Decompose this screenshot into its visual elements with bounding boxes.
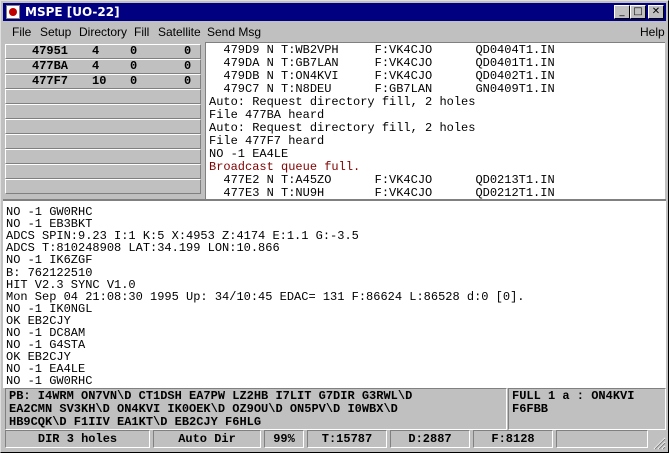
directory-line: Auto: Request directory fill, 2 holes <box>209 95 476 109</box>
file-count-b: 0 <box>130 59 138 73</box>
file-count-c: 0 <box>184 74 192 88</box>
full-status-line: FULL 1 a : ON4KVI <box>512 389 635 403</box>
directory-line: NO -1 EA4LE <box>209 147 289 161</box>
pb-queue-line: PB: I4WRM ON7VN\D CT1DSH EA7PW LZ2HB I7L… <box>9 389 413 403</box>
file-count-b: 0 <box>130 44 138 58</box>
file-id: 477BA <box>32 59 69 73</box>
file-count-a: 10 <box>92 74 107 88</box>
file-list-row-empty[interactable] <box>5 179 201 194</box>
status-percent: 99% <box>264 430 304 448</box>
file-list-row-empty[interactable] <box>5 89 201 104</box>
file-id: 47951 <box>32 44 69 58</box>
status-bar: DIR 3 holes Auto Dir 99% T:15787 D:2887 … <box>3 430 666 450</box>
pb-queue-area: PB: I4WRM ON7VN\D CT1DSH EA7PW LZ2HB I7L… <box>5 388 507 430</box>
status-empty-field <box>556 430 648 448</box>
menu-satellite[interactable]: Satellite <box>158 25 201 40</box>
pb-queue-line: HB9CQK\D F1IIV EA1KT\D EB2CJY F6HLG <box>9 415 262 429</box>
log-pane[interactable]: NO -1 GW0RHC NO -1 EB3BKT ADCS SPIN:9.23 I… <box>3 199 666 388</box>
main-window: MSPE [UO-22] _ □ ✕ File Setup Directory … <box>0 0 669 453</box>
directory-line: 479DA N T:GB7LAN F:VK4CJO QD0401T1.IN <box>209 56 555 70</box>
directory-line: 477E3 N T:NU9H F:VK4CJO QD0212T1.IN <box>209 186 555 200</box>
directory-line: File 477BA heard <box>209 108 325 122</box>
file-list-pane: 47951 4 0 0 477BA 4 0 0 477F7 10 0 0 <box>5 42 203 203</box>
log-line: NO -1 GW0RHC <box>6 374 93 388</box>
resize-grip-icon[interactable] <box>652 436 666 450</box>
close-icon: ✕ <box>651 6 661 17</box>
file-list-row[interactable]: 47951 4 0 0 <box>5 44 201 59</box>
window-title: MSPE [UO-22] <box>25 5 120 19</box>
file-list-row-empty[interactable] <box>5 119 201 134</box>
file-count-c: 0 <box>184 59 192 73</box>
title-bar[interactable]: MSPE [UO-22] _ □ ✕ <box>3 3 666 21</box>
directory-line: 479C7 N T:N8DEU F:GB7LAN GN0409T1.IN <box>209 82 555 96</box>
file-count-b: 0 <box>130 74 138 88</box>
directory-line: File 477F7 heard <box>209 134 325 148</box>
directory-pane[interactable]: 479D9 N T:WB2VPH F:VK4CJO QD0404T1.IN 47… <box>205 42 665 200</box>
status-d-counter: D:2887 <box>390 430 470 448</box>
status-dir-holes: DIR 3 holes <box>5 430 150 448</box>
file-id: 477F7 <box>32 74 69 88</box>
file-list-row-empty[interactable] <box>5 104 201 119</box>
menu-help[interactable]: Help <box>640 25 665 40</box>
log-line: NO -1 IK6ZGF <box>6 253 93 268</box>
full-status-area: FULL 1 a : ON4KVI F6FBB <box>508 388 666 430</box>
pb-queue-line: EA2CMN SV3KH\D ON4KVI IK0OEK\D OZ9OU\D O… <box>9 402 398 416</box>
directory-line: 477E2 N T:A45ZO F:VK4CJO QD0213T1.IN <box>209 173 555 187</box>
menu-directory[interactable]: Directory <box>79 25 127 40</box>
status-f-counter: F:8128 <box>473 430 553 448</box>
close-button[interactable]: ✕ <box>648 5 664 19</box>
file-list-row-empty[interactable] <box>5 134 201 149</box>
minimize-icon: _ <box>619 6 625 17</box>
menu-bar: File Setup Directory Fill Satellite Send… <box>3 23 666 42</box>
menu-file[interactable]: File <box>12 25 31 40</box>
menu-send-msg[interactable]: Send Msg <box>207 25 261 40</box>
menu-fill[interactable]: Fill <box>134 25 149 40</box>
maximize-button[interactable]: □ <box>630 5 646 19</box>
file-list-row-empty[interactable] <box>5 149 201 164</box>
full-status-line: F6FBB <box>512 402 549 416</box>
file-count-c: 0 <box>184 44 192 58</box>
directory-line: Broadcast queue full. <box>209 160 361 174</box>
file-count-a: 4 <box>92 44 100 58</box>
log-line: B: 762122510 <box>6 265 93 280</box>
directory-line: 479D9 N T:WB2VPH F:VK4CJO QD0404T1.IN <box>209 43 555 57</box>
maximize-icon: □ <box>633 6 643 17</box>
app-icon[interactable] <box>6 5 20 19</box>
directory-line: Auto: Request directory fill, 2 holes <box>209 121 476 135</box>
file-list-row-empty[interactable] <box>5 164 201 179</box>
log-line: Mon Sep 04 21:08:30 1995 Up: 34/10:45 ED… <box>6 289 525 304</box>
file-list-row[interactable]: 477F7 10 0 0 <box>5 74 201 89</box>
log-line: HIT V2.3 SYNC V1.0 <box>6 277 136 292</box>
menu-setup[interactable]: Setup <box>40 25 71 40</box>
file-list-row[interactable]: 477BA 4 0 0 <box>5 59 201 74</box>
log-line: NO -1 IK0NGL <box>6 301 93 316</box>
file-count-a: 4 <box>92 59 100 73</box>
directory-line: 479DB N T:ON4KVI F:VK4CJO QD0402T1.IN <box>209 69 555 83</box>
status-t-counter: T:15787 <box>307 430 387 448</box>
minimize-button[interactable]: _ <box>614 5 630 19</box>
status-mode: Auto Dir <box>153 430 261 448</box>
